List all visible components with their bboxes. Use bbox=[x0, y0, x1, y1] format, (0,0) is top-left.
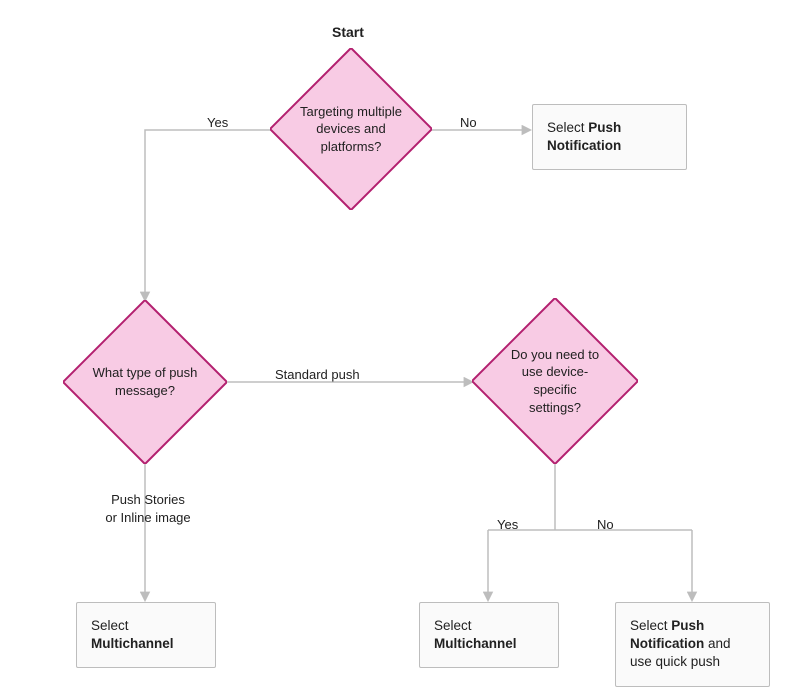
decision-device-settings-text: Do you need to use device-specific setti… bbox=[506, 346, 604, 416]
terminal-text-pre: Select bbox=[91, 618, 129, 633]
decision-device-settings: Do you need to use device-specific setti… bbox=[472, 298, 638, 464]
terminal-push-notification: Select Push Notification bbox=[532, 104, 687, 170]
terminal-text-pre: Select bbox=[434, 618, 472, 633]
decision-message-type: What type of push message? bbox=[63, 300, 227, 464]
decision-targeting: Targeting multiple devices and platforms… bbox=[270, 48, 432, 210]
edge-label-no: No bbox=[460, 114, 477, 132]
decision-message-type-text: What type of push message? bbox=[90, 364, 200, 399]
terminal-text-bold: Multichannel bbox=[91, 636, 174, 651]
terminal-text-pre: Select bbox=[547, 120, 588, 135]
terminal-multichannel-1: Select Multichannel bbox=[76, 602, 216, 668]
edge-label-yes-2: Yes bbox=[497, 516, 518, 534]
start-title: Start bbox=[332, 24, 364, 40]
terminal-quick-push: Select Push Notification and use quick p… bbox=[615, 602, 770, 687]
terminal-multichannel-2: Select Multichannel bbox=[419, 602, 559, 668]
terminal-text-bold: Multichannel bbox=[434, 636, 517, 651]
edge-label-yes: Yes bbox=[207, 114, 228, 132]
decision-targeting-text: Targeting multiple devices and platforms… bbox=[296, 103, 406, 156]
terminal-text-pre: Select bbox=[630, 618, 671, 633]
edge-label-standard-push: Standard push bbox=[275, 366, 360, 384]
edge-label-no-2: No bbox=[597, 516, 614, 534]
edge-label-push-stories: Push Stories or Inline image bbox=[104, 491, 192, 526]
